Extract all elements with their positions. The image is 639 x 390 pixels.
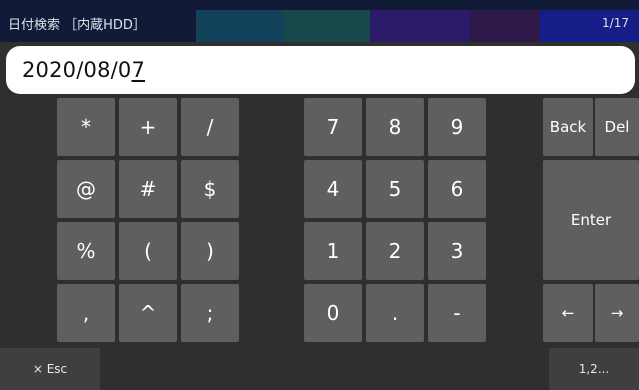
key-1[interactable]: 1: [304, 222, 362, 280]
arrow-left-icon: ←: [561, 304, 575, 322]
key-2[interactable]: 2: [366, 222, 424, 280]
key-minus[interactable]: -: [428, 284, 486, 342]
key-8[interactable]: 8: [366, 98, 424, 156]
key-slash[interactable]: /: [181, 98, 239, 156]
header-band-purple: [370, 10, 470, 42]
key-5[interactable]: 5: [366, 160, 424, 218]
key-dollar[interactable]: $: [181, 160, 239, 218]
enter-button[interactable]: Enter: [543, 160, 639, 280]
title-bar: 日付検索 ［内蔵HDD］ 1/17: [0, 0, 639, 42]
key-comma[interactable]: ,: [57, 284, 115, 342]
left-arrow-button[interactable]: ←: [543, 284, 593, 342]
page-indicator: 1/17: [602, 16, 629, 30]
key-hash[interactable]: #: [119, 160, 177, 218]
key-asterisk[interactable]: *: [57, 98, 115, 156]
header-band-violet: [470, 10, 540, 42]
key-percent[interactable]: %: [57, 222, 115, 280]
key-4[interactable]: 4: [304, 160, 362, 218]
key-0[interactable]: 0: [304, 284, 362, 342]
date-input[interactable]: 2020/08/07: [6, 46, 635, 94]
key-semicolon[interactable]: ;: [181, 284, 239, 342]
key-3[interactable]: 3: [428, 222, 486, 280]
page-title: 日付検索 ［内蔵HDD］: [8, 18, 146, 33]
back-button[interactable]: Back: [543, 98, 593, 156]
numeric-mode-button[interactable]: 1,2...: [549, 348, 639, 390]
key-9[interactable]: 9: [428, 98, 486, 156]
key-6[interactable]: 6: [428, 160, 486, 218]
caret-char: 7: [131, 58, 146, 82]
key-open-paren[interactable]: (: [119, 222, 177, 280]
delete-button[interactable]: Del: [595, 98, 639, 156]
header-band-green: [284, 10, 370, 42]
key-at[interactable]: @: [57, 160, 115, 218]
key-plus[interactable]: +: [119, 98, 177, 156]
date-input-value: 2020/08/07: [22, 58, 146, 82]
key-close-paren[interactable]: ): [181, 222, 239, 280]
arrow-right-icon: →: [610, 304, 624, 322]
key-7[interactable]: 7: [304, 98, 362, 156]
right-arrow-button[interactable]: →: [595, 284, 639, 342]
esc-button[interactable]: × Esc: [0, 348, 100, 390]
key-dot[interactable]: .: [366, 284, 424, 342]
header-band-teal: [196, 10, 284, 42]
key-caret[interactable]: ^: [119, 284, 177, 342]
